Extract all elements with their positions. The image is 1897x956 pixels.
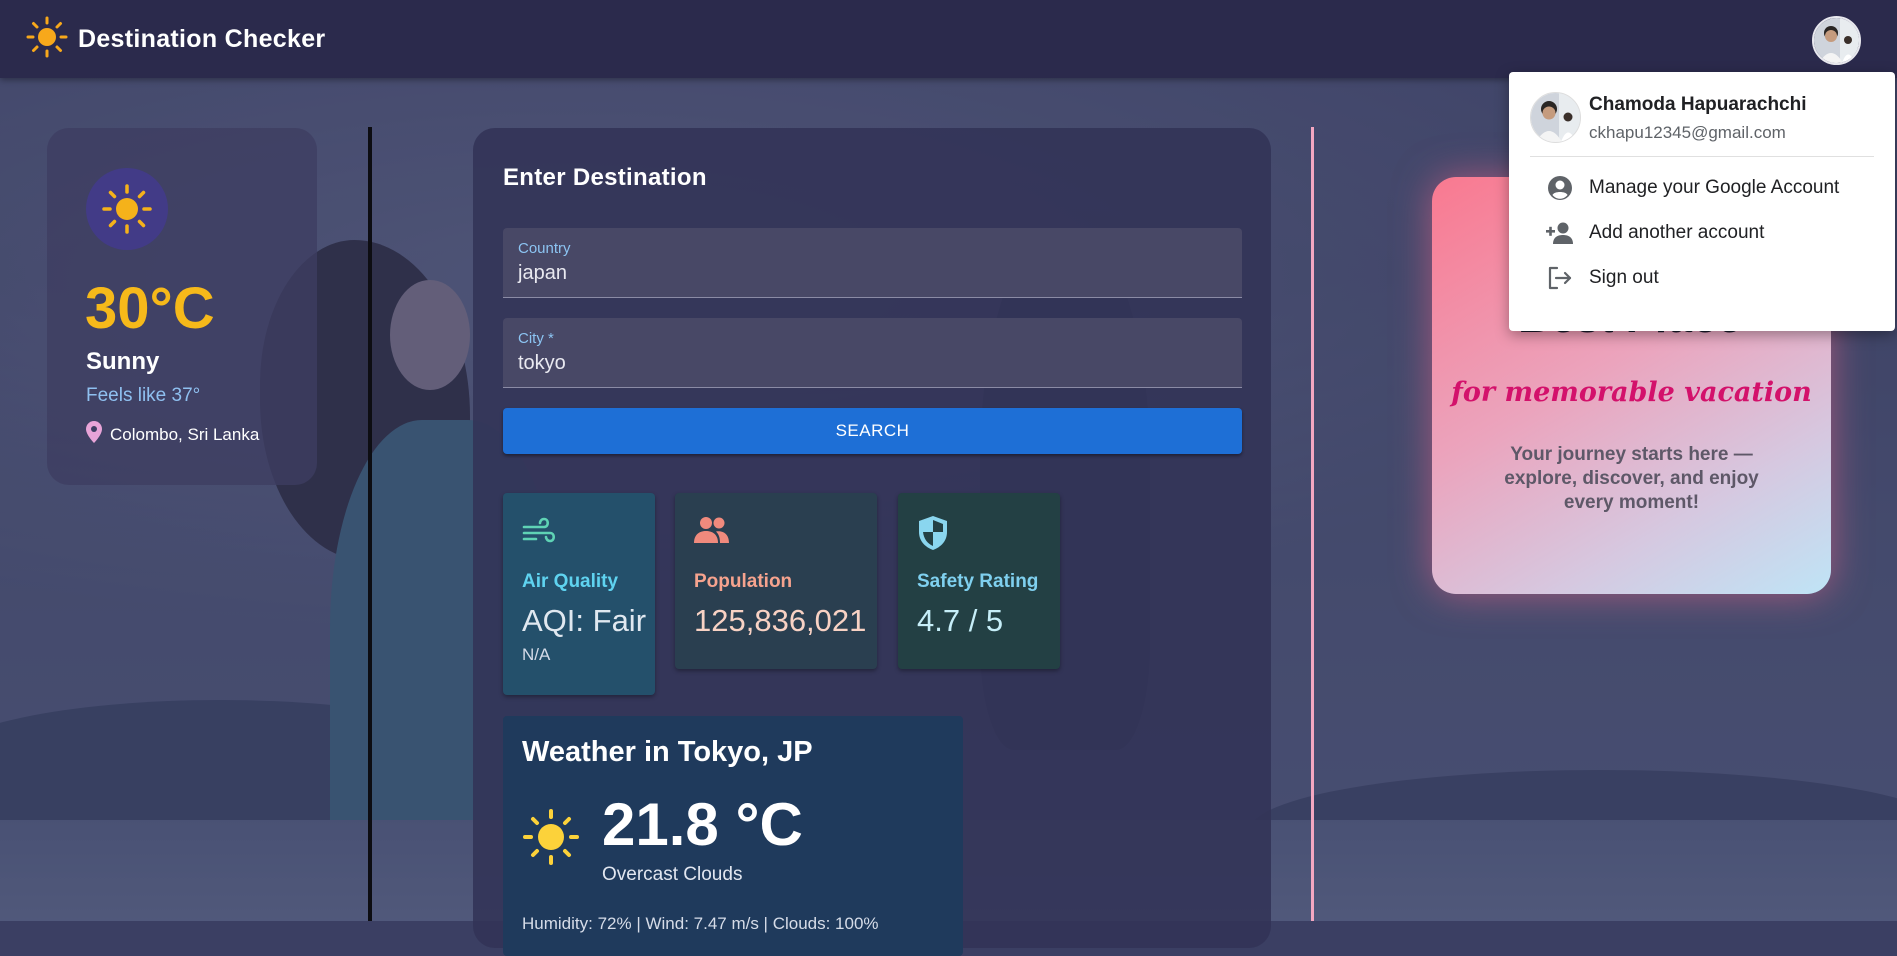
air-quality-label: Air Quality [522,571,619,592]
safety-value: 4.7 / 5 [917,603,1004,638]
current-condition: Sunny [86,348,160,375]
search-button[interactable]: SEARCH [503,408,1242,454]
person-add-icon [1530,221,1589,245]
promo-text: Your journey starts here — explore, disc… [1504,444,1759,513]
menu-item-manage-account[interactable]: Manage your Google Account [1530,168,1874,208]
current-temperature: 30°C [85,276,215,341]
city-label: City * [518,330,554,347]
current-location: Colombo, Sri Lanka [86,421,259,448]
current-weather-card: 30°C Sunny Feels like 37° Colombo, Sri L… [47,128,317,485]
country-label: Country [518,240,571,257]
account-circle-icon [1530,175,1589,201]
sun-icon [522,808,580,871]
avatar-button[interactable] [1812,16,1861,65]
country-input[interactable]: japan [518,262,567,285]
menu-avatar [1530,92,1581,143]
safety-label: Safety Rating [917,571,1039,592]
destination-weather-card: Weather in Tokyo, JP 21.8 °C Overcast Cl… [503,716,963,956]
population-label: Population [694,571,793,592]
sun-icon [26,16,68,63]
wind-icon [522,515,558,552]
menu-item-label: Add another account [1589,222,1765,243]
account-name: Chamoda Hapuarachchi [1589,94,1807,115]
account-email: ckhapu12345@gmail.com [1589,123,1786,142]
destination-weather-title: Weather in Tokyo, JP [522,736,813,768]
location-pin-icon [86,421,102,448]
menu-item-label: Manage your Google Account [1589,177,1840,198]
city-field[interactable]: City * tokyo [503,318,1242,388]
app-title: Destination Checker [78,25,326,53]
city-input[interactable]: tokyo [518,352,566,375]
location-text: Colombo, Sri Lanka [110,424,260,444]
population-value: 125,836,021 [694,603,867,638]
safety-card: Safety Rating 4.7 / 5 [898,493,1060,669]
sign-out-icon [1530,266,1589,290]
destination-panel: Enter Destination Country japan City * t… [473,128,1271,956]
menu-divider [1530,156,1874,157]
air-quality-card: Air Quality AQI: Fair N/A [503,493,655,695]
country-field[interactable]: Country japan [503,228,1242,298]
top-app-bar: Destination Checker [0,0,1897,78]
people-icon [694,515,730,550]
air-quality-sub: N/A [522,645,551,664]
destination-description: Overcast Clouds [602,864,743,885]
air-quality-value: AQI: Fair [522,603,647,638]
destination-details: Humidity: 72% | Wind: 7.47 m/s | Clouds:… [522,914,879,933]
population-card: Population 125,836,021 [675,493,877,669]
promo-subtitle: for memorable vacation [1451,377,1812,408]
panel-title: Enter Destination [503,164,707,191]
shield-icon [917,515,949,556]
brand: Destination Checker [26,16,325,63]
account-menu: Chamoda Hapuarachchi ckhapu12345@gmail.c… [1509,72,1895,331]
destination-temperature: 21.8 °C [602,791,803,858]
weather-sun-icon [86,168,168,250]
divider-right [1311,127,1314,921]
divider-left [368,127,372,921]
menu-item-sign-out[interactable]: Sign out [1530,258,1874,298]
feels-like: Feels like 37° [86,385,201,406]
menu-item-add-account[interactable]: Add another account [1530,213,1874,253]
menu-item-label: Sign out [1589,267,1659,288]
